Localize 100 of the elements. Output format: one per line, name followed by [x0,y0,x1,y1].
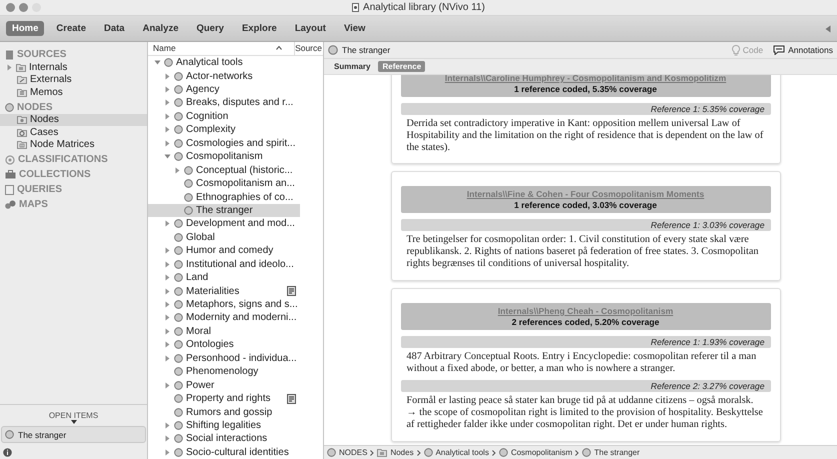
tree-item[interactable]: Cosmologies and spirit... [148,136,300,150]
caret-right-icon[interactable] [164,448,171,456]
reference-header: Reference 1: 1.93% coverage [400,336,770,348]
tree-item[interactable]: Breaks, disputes and r... [148,96,300,110]
folder-icon [377,448,388,457]
close-button[interactable] [6,3,15,12]
caret-right-icon[interactable] [164,274,171,282]
tree-item[interactable]: Property and rights [148,392,300,406]
node-icon [174,219,183,228]
coverage-summary: 2 references coded, 5.20% coverage [512,316,660,327]
breadcrumb-item[interactable]: NODES [339,448,368,457]
node-icon [174,313,183,322]
tree-item[interactable]: Social interactions [148,432,300,446]
caret-right-icon[interactable] [164,112,171,120]
sort-icon[interactable] [276,46,282,50]
tree-item[interactable]: Development and mod... [148,217,300,231]
sidebar-item[interactable]: Internals [0,61,147,74]
caret-right-icon[interactable] [164,99,171,106]
tree-item[interactable]: Global [148,230,300,244]
caret-right-icon[interactable] [164,126,171,134]
caret-right-icon[interactable] [164,341,171,348]
caret-right-icon[interactable] [164,435,171,442]
tree-item[interactable]: Ontologies [148,338,300,352]
caret-right-icon[interactable] [164,288,171,295]
ribbon-tab[interactable]: Home [6,21,44,36]
tree-item[interactable]: Phenomenology [148,365,300,378]
breadcrumb-item[interactable]: Cosmopolitanism [510,448,572,457]
caret-right-icon[interactable] [164,328,171,335]
tree-item[interactable]: Personhood - individua... [148,352,300,365]
caret-right-icon[interactable] [164,247,171,254]
caret-right-icon[interactable] [164,314,171,322]
caret-down-icon[interactable] [70,420,76,424]
node-icon [174,232,183,242]
sidebar-item[interactable]: Cases [0,126,147,138]
ribbon-tab[interactable]: Layout [288,21,332,36]
tree-item[interactable]: Agency [148,82,300,96]
tree-item[interactable]: Materialities [148,284,300,298]
ribbon-tab[interactable]: Create [50,21,92,36]
detail-tab[interactable]: Summary [330,61,374,72]
tree-item[interactable]: Shifting legalities [148,418,300,432]
caret-right-icon[interactable] [6,64,13,71]
caret-right-icon[interactable] [164,301,171,308]
breadcrumb-item[interactable]: The stranger [594,448,640,457]
ribbon-tab[interactable]: View [338,21,372,36]
node-label: Cosmopolitanism [186,151,263,162]
tree-item[interactable]: Actor-networks [148,69,300,83]
column-header[interactable]: Source [295,43,322,54]
detail-title: The stranger [342,45,390,55]
node-icon [5,430,14,439]
node-icon [174,85,183,94]
caret-right-icon[interactable] [164,382,171,389]
collapse-icon[interactable] [825,24,831,32]
tree-item[interactable]: Moral [148,324,300,338]
tree-item[interactable]: Ethnographies of co... [148,190,300,204]
sidebar-label: Nodes [30,114,59,126]
window-title: Analytical library (NVivo 11) [363,2,485,13]
tree-item[interactable]: Power [148,378,300,392]
open-item-label: The stranger [18,430,66,440]
caret-right-icon[interactable] [164,220,171,228]
tree-item[interactable]: Land [148,270,300,284]
ribbon-tab[interactable]: Query [190,21,230,36]
tree-item[interactable]: Cosmopolitanism an... [148,176,300,190]
caret-right-icon[interactable] [164,354,171,362]
column-header[interactable]: Name [153,43,176,54]
caret-right-icon[interactable] [164,140,171,147]
ribbon-tab[interactable]: Analyze [136,21,184,36]
node-icon [174,340,183,350]
open-item[interactable]: The stranger [1,426,146,443]
tree-item[interactable]: Complexity [148,123,300,137]
breadcrumb-item[interactable]: Analytical tools [436,448,489,457]
tree-item[interactable]: Socio-cultural identities [148,446,300,459]
tree-item[interactable]: The stranger [148,204,300,218]
caret-right-icon[interactable] [164,422,171,429]
sidebar-item[interactable]: Memos [0,86,147,98]
caret-right-icon[interactable] [164,260,171,268]
sidebar-item[interactable]: Nodes [0,114,147,126]
tree-item[interactable]: Institutional and ideolo... [148,258,300,271]
tree-item[interactable]: Cognition [148,110,300,124]
tree-item[interactable]: Conceptual (historic... [148,163,300,177]
caret-right-icon[interactable] [174,166,181,174]
node-icon [184,166,193,175]
tree-item[interactable]: Modernity and moderni... [148,311,300,325]
ribbon-tab[interactable]: Explore [236,21,283,36]
sidebar-item[interactable]: Externals [0,74,147,86]
caret-right-icon[interactable] [164,72,171,80]
breadcrumb-item[interactable]: Nodes [390,448,414,457]
tree-item[interactable]: Analytical tools [148,56,300,70]
info-icon[interactable] [3,448,12,456]
tree-item[interactable]: Metaphors, signs and s... [148,298,300,312]
sidebar-item[interactable]: Node Matrices [0,138,147,151]
coverage-summary: 1 reference coded, 3.03% coverage [514,200,657,210]
minimize-button[interactable] [19,3,28,12]
node-icon [174,98,183,108]
annotations-button[interactable]: Annotations [767,45,833,55]
tree-item[interactable]: Cosmopolitanism [148,150,300,164]
folder-icon [16,62,26,72]
tree-item[interactable]: Rumors and gossip [148,405,300,419]
tree-item[interactable]: Humor and comedy [148,244,300,258]
ribbon-tab[interactable]: Data [98,21,131,36]
caret-right-icon[interactable] [164,86,171,94]
